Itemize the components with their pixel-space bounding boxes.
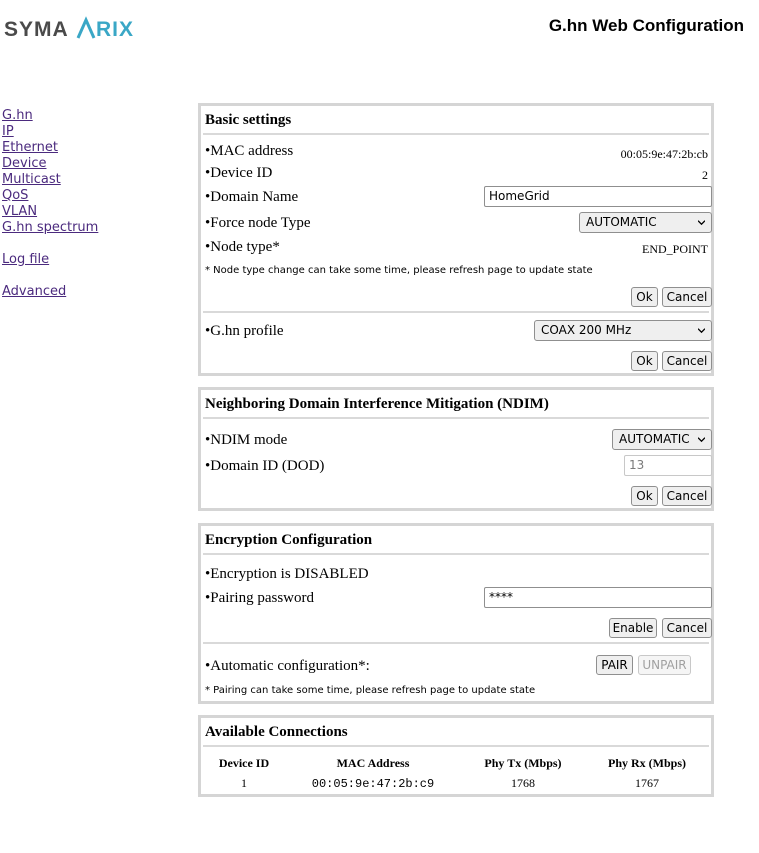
chevron-down-icon: [698, 328, 705, 334]
unpair-button[interactable]: UNPAIR: [638, 655, 691, 675]
mac-address-cell: 00:05:9e:47:2b:c9: [311, 776, 435, 791]
panel-title: Available Connections: [205, 724, 348, 740]
svg-text:SYMA: SYMA: [4, 18, 69, 41]
connections-table: Device ID MAC Address Phy Tx (Mbps) Phy …: [205, 754, 711, 792]
ghn-profile-select[interactable]: COAX 200 MHz: [534, 320, 712, 341]
table-header-row: Device ID MAC Address Phy Tx (Mbps) Phy …: [205, 754, 711, 775]
profile-ok-button[interactable]: Ok: [631, 351, 658, 371]
domain-name-label: •Domain Name: [205, 189, 299, 205]
basic-cancel-button[interactable]: Cancel: [662, 287, 712, 307]
basic-ok-button[interactable]: Ok: [631, 287, 658, 307]
mac-value: 00:05:9e:47:2b:cb: [620, 147, 708, 161]
encryption-cancel-button[interactable]: Cancel: [662, 618, 712, 638]
nav-vlan[interactable]: VLAN: [2, 204, 152, 220]
ghn-profile-label: •G.hn profile: [205, 323, 284, 339]
nav-qos[interactable]: QoS: [2, 188, 152, 204]
node-type-note: * Node type change can take some time, p…: [205, 265, 593, 276]
nav-ghn[interactable]: G.hn: [2, 108, 152, 124]
divider: [203, 553, 709, 555]
device-id-cell: 1: [241, 776, 247, 790]
divider: [203, 311, 709, 313]
ndim-cancel-button[interactable]: Cancel: [662, 486, 712, 506]
column-header: Phy Tx (Mbps): [484, 756, 562, 770]
panel-title: Neighboring Domain Interference Mitigati…: [205, 396, 549, 412]
ndim-panel: Neighboring Domain Interference Mitigati…: [198, 387, 714, 511]
divider: [203, 417, 709, 419]
node-type-label: •Node type*: [205, 239, 280, 255]
panel-title: Encryption Configuration: [205, 532, 373, 548]
symarix-logo: SYMA RIX: [4, 16, 134, 41]
domain-id-input[interactable]: 13: [624, 455, 712, 476]
basic-settings-panel: Basic settings •MAC address 00:05:9e:47:…: [198, 103, 714, 376]
divider: [203, 642, 709, 644]
pair-button[interactable]: PAIR: [596, 655, 633, 675]
sidebar-nav: G.hn IP Ethernet Device Multicast QoS VL…: [2, 108, 152, 300]
phy-rx-cell: 1767: [635, 776, 659, 790]
svg-text:RIX: RIX: [96, 18, 134, 41]
nav-log-file[interactable]: Log file: [2, 252, 152, 268]
node-type-value: END_POINT: [642, 242, 708, 256]
device-id-value: 2: [702, 168, 708, 182]
page-title: G.hn Web Configuration: [548, 16, 744, 35]
nav-ethernet[interactable]: Ethernet: [2, 140, 152, 156]
divider: [203, 133, 709, 135]
ndim-ok-button[interactable]: Ok: [631, 486, 658, 506]
available-connections-panel: Available Connections Device ID MAC Addr…: [198, 715, 714, 797]
column-header: MAC Address: [336, 756, 410, 770]
mac-label: •MAC address: [205, 143, 294, 159]
nav-ghn-spectrum[interactable]: G.hn spectrum: [2, 220, 152, 236]
panel-title: Basic settings: [205, 112, 292, 128]
divider: [203, 745, 709, 747]
nav-multicast[interactable]: Multicast: [2, 172, 152, 188]
domain-id-label: •Domain ID (DOD): [205, 458, 325, 474]
pairing-password-label: •Pairing password: [205, 590, 314, 606]
nav-ip[interactable]: IP: [2, 124, 152, 140]
auto-config-label: •Automatic configuration*:: [205, 658, 370, 674]
chevron-down-icon: [698, 437, 705, 443]
domain-name-input[interactable]: HomeGrid: [484, 186, 712, 207]
encryption-panel: Encryption Configuration •Encryption is …: [198, 523, 714, 704]
force-node-type-select[interactable]: AUTOMATIC: [579, 212, 712, 233]
chevron-down-icon: [698, 220, 705, 226]
ndim-mode-select[interactable]: AUTOMATIC: [612, 429, 712, 450]
force-node-type-label: •Force node Type: [205, 215, 311, 231]
table-row: 1 00:05:9e:47:2b:c9 1768 1767: [205, 775, 711, 792]
column-header: Phy Rx (Mbps): [607, 756, 686, 770]
nav-device[interactable]: Device: [2, 156, 152, 172]
force-node-type-value: AUTOMATIC: [586, 215, 657, 229]
device-id-label: •Device ID: [205, 165, 273, 181]
phy-tx-cell: 1768: [511, 776, 535, 790]
column-header: Device ID: [218, 756, 270, 770]
ndim-mode-label: •NDIM mode: [205, 432, 288, 448]
pairing-note: * Pairing can take some time, please ref…: [205, 685, 536, 696]
profile-cancel-button[interactable]: Cancel: [662, 351, 712, 371]
pairing-password-input[interactable]: ****: [484, 587, 712, 608]
nav-advanced[interactable]: Advanced: [2, 284, 152, 300]
ghn-profile-value: COAX 200 MHz: [541, 323, 632, 337]
enable-button[interactable]: Enable: [609, 618, 657, 638]
encryption-status: •Encryption is DISABLED: [205, 566, 369, 582]
ndim-mode-value: AUTOMATIC: [619, 432, 690, 446]
